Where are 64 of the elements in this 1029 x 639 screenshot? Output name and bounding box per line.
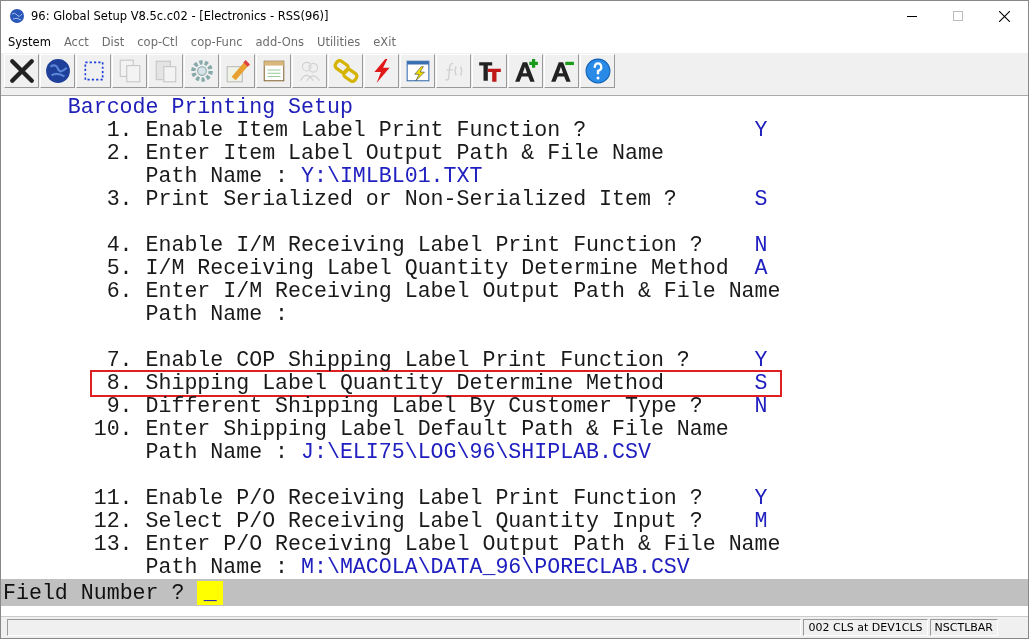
path-label: Path Name :	[145, 303, 289, 326]
prompt-label: Field Number ?	[3, 580, 185, 605]
path-value: J:\ELI75\LOG\96\SHIPLAB.CSV	[301, 441, 651, 464]
field-label: I/M Receiving Label Quantity Determine Method	[145, 257, 730, 280]
field-value: N	[754, 395, 768, 418]
field-value: Y	[754, 119, 768, 142]
field-label: Enter Item Label Output Path & File Name	[145, 142, 664, 165]
field-value: Y	[754, 487, 768, 510]
field-number: 2.	[105, 142, 133, 165]
font-increase-icon	[512, 58, 539, 84]
help-icon	[584, 58, 611, 84]
x-icon	[8, 58, 35, 84]
close-icon[interactable]	[999, 10, 1010, 22]
field-label: Enable P/O Receiving Label Print Function ?	[145, 487, 704, 510]
status-text: NSCTLBAR	[929, 619, 998, 636]
toolbar-button[interactable]	[472, 54, 507, 88]
window-title: 96: Global Setup V8.5c.c02 - [Electronics - RSS(96)]	[31, 9, 329, 23]
field-number: 8.	[105, 372, 133, 395]
field-label: Enter Shipping Label Default Path & File Name	[145, 418, 729, 441]
field-number: 4.	[105, 234, 133, 257]
field-number: 12.	[93, 510, 133, 533]
field-value: Y	[754, 349, 768, 372]
toolbar-button[interactable]	[4, 54, 39, 88]
field-label: Enter I/M Receiving Label Output Path & File Name	[145, 280, 781, 303]
field-number: 9.	[105, 395, 133, 418]
field-number: 11.	[93, 487, 133, 510]
path-label: Path Name :	[145, 441, 289, 464]
screen-title: Barcode Printing Setup	[67, 96, 353, 119]
path-label: Path Name :	[145, 556, 289, 579]
field-label: Enable I/M Receiving Label Print Function ?	[145, 234, 704, 257]
field-number: 3.	[105, 188, 133, 211]
field-value: S	[754, 188, 768, 211]
field-label: Select P/O Receiving Label Quantity Input ?	[145, 510, 704, 533]
gear-icon	[188, 58, 215, 84]
toolbar-button[interactable]	[544, 54, 579, 88]
field-number: 1.	[105, 119, 133, 142]
field-label: Shipping Label Quantity Determine Method	[145, 372, 665, 395]
chain-link-icon	[332, 58, 359, 84]
field-label: Enter P/O Receiving Label Output Path & File Name	[145, 533, 781, 556]
field-number: 6.	[105, 280, 133, 303]
field-label: Different Shipping Label By Customer Type ?	[145, 395, 704, 418]
globe-icon	[44, 58, 71, 84]
field-value: M	[754, 510, 768, 533]
pencil-icon	[224, 58, 251, 84]
field-label: Enable COP Shipping Label Print Function ?	[145, 349, 691, 372]
field-value: N	[754, 234, 768, 257]
path-label: Path Name :	[145, 165, 289, 188]
field-value: S	[754, 372, 768, 395]
path-value: M:\MACOLA\DATA_96\PORECLAB.CSV	[301, 556, 690, 579]
field-label: Print Serialized or Non-Serialized Item ?	[145, 188, 678, 211]
field-number: 13.	[93, 533, 133, 556]
input-field[interactable]: _	[197, 580, 224, 605]
field-number: 5.	[105, 257, 133, 280]
field-label: Enable Item Label Print Function ?	[145, 119, 588, 142]
globe-icon	[9, 8, 25, 24]
field-number: 10.	[93, 418, 133, 441]
toolbar-button[interactable]	[508, 54, 543, 88]
path-value: Y:\IMLBL01.TXT	[301, 165, 483, 188]
menu-item[interactable]: System	[8, 35, 51, 49]
status-text: 002 CLS at DEV1CLS	[803, 619, 928, 636]
window-lightning-icon	[404, 58, 431, 84]
field-value: A	[754, 257, 768, 280]
field-number: 7.	[105, 349, 133, 372]
toolbar-button[interactable]	[40, 54, 75, 88]
